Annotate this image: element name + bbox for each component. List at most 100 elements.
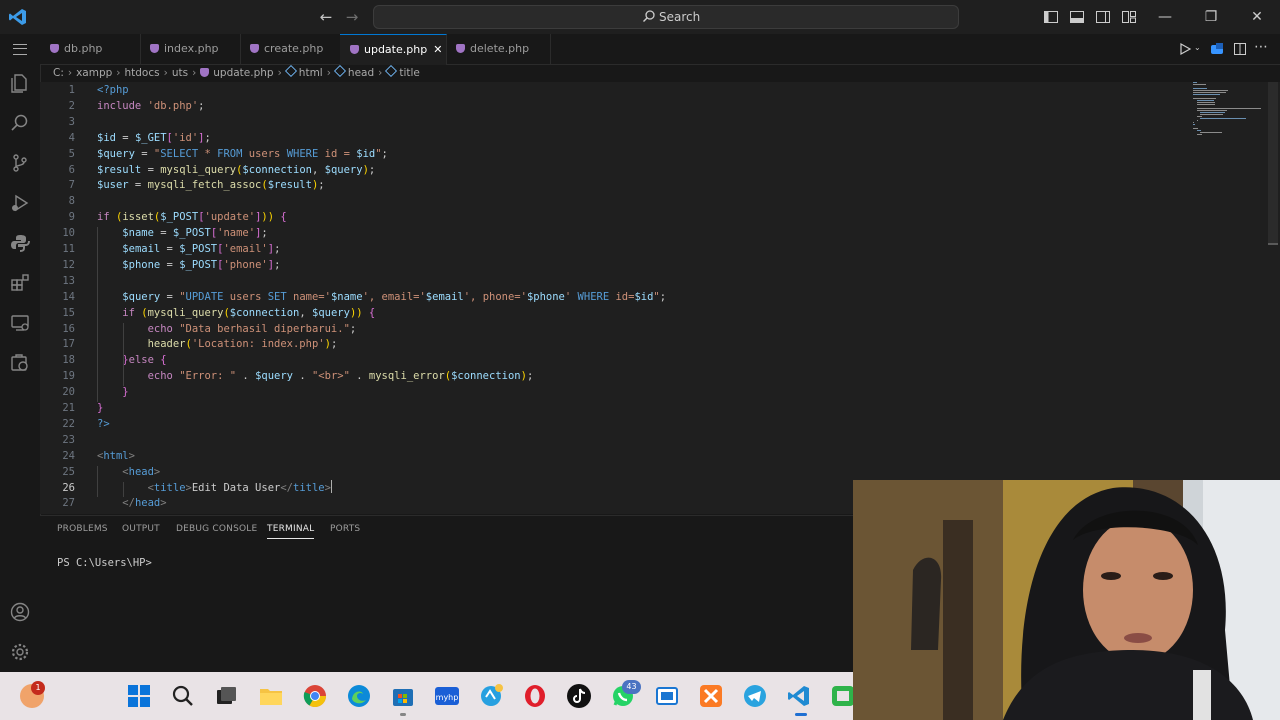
testing-icon[interactable] — [9, 352, 31, 374]
code-line[interactable]: 1 <?php — [40, 82, 1190, 98]
breadcrumb-symbol[interactable]: html — [299, 67, 323, 79]
code-line[interactable]: 24 <html> — [40, 448, 1190, 464]
breadcrumb-folder[interactable]: htdocs — [125, 67, 160, 79]
myhp-icon[interactable]: myhp — [434, 683, 460, 709]
hp-support-icon[interactable] — [478, 683, 504, 709]
remote-explorer-icon[interactable] — [9, 312, 31, 334]
code-line[interactable]: 21} — [40, 400, 1190, 416]
code-line[interactable]: 2 include 'db.php'; — [40, 98, 1190, 114]
code-line[interactable]: 6 $result = mysqli_query($connection, $qu… — [40, 162, 1190, 178]
code-line[interactable]: 18 }else { — [40, 352, 1190, 368]
settings-gear-icon[interactable] — [9, 641, 31, 663]
breadcrumb-folder[interactable]: xampp — [76, 67, 112, 79]
split-editor-icon[interactable] — [1233, 42, 1247, 56]
code-line[interactable]: 19 echo "Error: " . $query . "<br>" . my… — [40, 368, 1190, 384]
chrome-icon[interactable] — [302, 683, 328, 709]
xampp-icon[interactable] — [698, 683, 724, 709]
telegram-icon[interactable] — [742, 683, 768, 709]
code-line[interactable]: 13 — [40, 273, 1190, 289]
minimap[interactable] — [1193, 82, 1263, 142]
chevron-down-icon[interactable]: ⌄ — [1194, 43, 1201, 52]
php-file-icon — [250, 44, 259, 53]
source-control-icon[interactable] — [9, 152, 31, 174]
code-line[interactable]: 4 $id = $_GET['id']; — [40, 130, 1190, 146]
breadcrumb-drive[interactable]: C: — [53, 67, 64, 79]
vscode-taskbar-icon[interactable] — [786, 683, 812, 709]
back-arrow-icon[interactable]: ← — [317, 8, 335, 26]
editor-scrollbar[interactable] — [1268, 82, 1278, 244]
panel-tab-ports[interactable]: PORTS — [330, 524, 360, 534]
edge-icon[interactable] — [346, 683, 372, 709]
vscode-logo-icon[interactable] — [8, 7, 28, 27]
forward-arrow-icon[interactable]: → — [343, 8, 361, 26]
explorer-icon[interactable] — [9, 72, 31, 94]
panel-tab-output[interactable]: OUTPUT — [122, 524, 160, 534]
code-line[interactable]: 3 — [40, 114, 1190, 130]
command-center-search[interactable]: Search — [373, 5, 959, 29]
tab-label: index.php — [164, 42, 219, 55]
toggle-secondary-sidebar-icon[interactable] — [1095, 9, 1111, 25]
file-explorer-icon[interactable] — [258, 683, 284, 709]
tab-delete-php[interactable]: delete.php — [446, 34, 551, 64]
breadcrumb: C: › xampp › htdocs › uts › update.php › html › head… — [53, 64, 420, 82]
run-icon[interactable] — [1178, 42, 1192, 56]
breadcrumb-symbol[interactable]: title — [399, 67, 420, 79]
snipping-tool-icon[interactable] — [654, 683, 680, 709]
code-line[interactable]: 10 $name = $_POST['name']; — [40, 225, 1190, 241]
panel-tab-problems[interactable]: PROBLEMS — [57, 524, 108, 534]
code-line[interactable]: 14 $query = "UPDATE users SET name='$nam… — [40, 289, 1190, 305]
search-icon[interactable] — [170, 683, 196, 709]
minimap-line — [1196, 102, 1216, 103]
breadcrumb-file[interactable]: update.php — [213, 67, 273, 79]
text-cursor — [330, 479, 332, 493]
tab-update-php[interactable]: update.php ✕ — [340, 34, 447, 65]
task-view-icon[interactable] — [213, 683, 239, 709]
search-sidebar-icon[interactable] — [9, 112, 31, 134]
code-editor[interactable]: 1 <?php 2 include 'db.php'; 3 4 $id = $_GET['i… — [40, 82, 1280, 514]
close-window-icon[interactable]: ✕ — [1247, 7, 1267, 27]
minimap-line — [1193, 88, 1207, 89]
toggle-panel-icon[interactable] — [1069, 9, 1085, 25]
code-line[interactable]: 20 } — [40, 384, 1190, 400]
restore-icon[interactable]: ❐ — [1201, 7, 1221, 27]
code-line[interactable]: 5 $query = "SELECT * FROM users WHERE id … — [40, 146, 1190, 162]
store-icon[interactable] — [390, 683, 416, 709]
search-icon — [643, 10, 655, 22]
opera-icon[interactable] — [522, 683, 548, 709]
tab-db-php[interactable]: db.php — [40, 34, 141, 64]
more-actions-icon[interactable]: ⋯ — [1254, 39, 1268, 55]
account-icon[interactable] — [9, 601, 31, 623]
terminal-prompt[interactable]: PS C:\Users\HP> — [57, 557, 152, 569]
code-text: echo "Error: " . $query . "<br>" . mysql… — [147, 370, 534, 383]
tiktok-icon[interactable] — [566, 683, 592, 709]
windows-start-icon[interactable] — [126, 683, 152, 709]
code-line[interactable]: 11 $email = $_POST['email']; — [40, 241, 1190, 257]
copilot-icon[interactable] — [1210, 42, 1224, 56]
breadcrumb-folder[interactable]: uts — [172, 67, 188, 79]
code-line[interactable]: 23 — [40, 432, 1190, 448]
extensions-icon[interactable] — [9, 272, 31, 294]
code-line[interactable]: 25 <head> — [40, 464, 1190, 480]
tab-index-php[interactable]: index.php — [140, 34, 241, 64]
run-debug-icon[interactable] — [9, 192, 31, 214]
menu-icon[interactable] — [13, 44, 27, 55]
code-line[interactable]: 15 if (mysqli_query($connection, $query)… — [40, 305, 1190, 321]
customize-layout-icon[interactable] — [1121, 9, 1137, 25]
python-icon[interactable] — [9, 232, 31, 254]
code-line[interactable]: 22 ?> — [40, 416, 1190, 432]
tab-create-php[interactable]: create.php — [240, 34, 341, 64]
code-line[interactable]: 16 echo "Data berhasil diperbarui."; — [40, 321, 1190, 337]
code-line[interactable]: 12 $phone = $_POST['phone']; — [40, 257, 1190, 273]
close-tab-icon[interactable]: ✕ — [433, 43, 442, 56]
breadcrumb-symbol[interactable]: head — [348, 67, 374, 79]
code-text: <head> — [122, 465, 161, 478]
minimize-icon[interactable]: — — [1155, 7, 1175, 27]
code-line[interactable]: 8 — [40, 193, 1190, 209]
code-line[interactable]: 9 if (isset($_POST['update'])) { — [40, 209, 1190, 225]
code-line[interactable]: 17 header('Location: index.php'); — [40, 336, 1190, 352]
panel-tab-terminal[interactable]: TERMINAL — [267, 524, 315, 539]
code-text: if (mysqli_query($connection, $query)) { — [122, 306, 376, 319]
toggle-primary-sidebar-icon[interactable] — [1043, 9, 1059, 25]
panel-tab-debug-console[interactable]: DEBUG CONSOLE — [176, 524, 257, 534]
code-line[interactable]: 7 $user = mysqli_fetch_assoc($result); — [40, 177, 1190, 193]
